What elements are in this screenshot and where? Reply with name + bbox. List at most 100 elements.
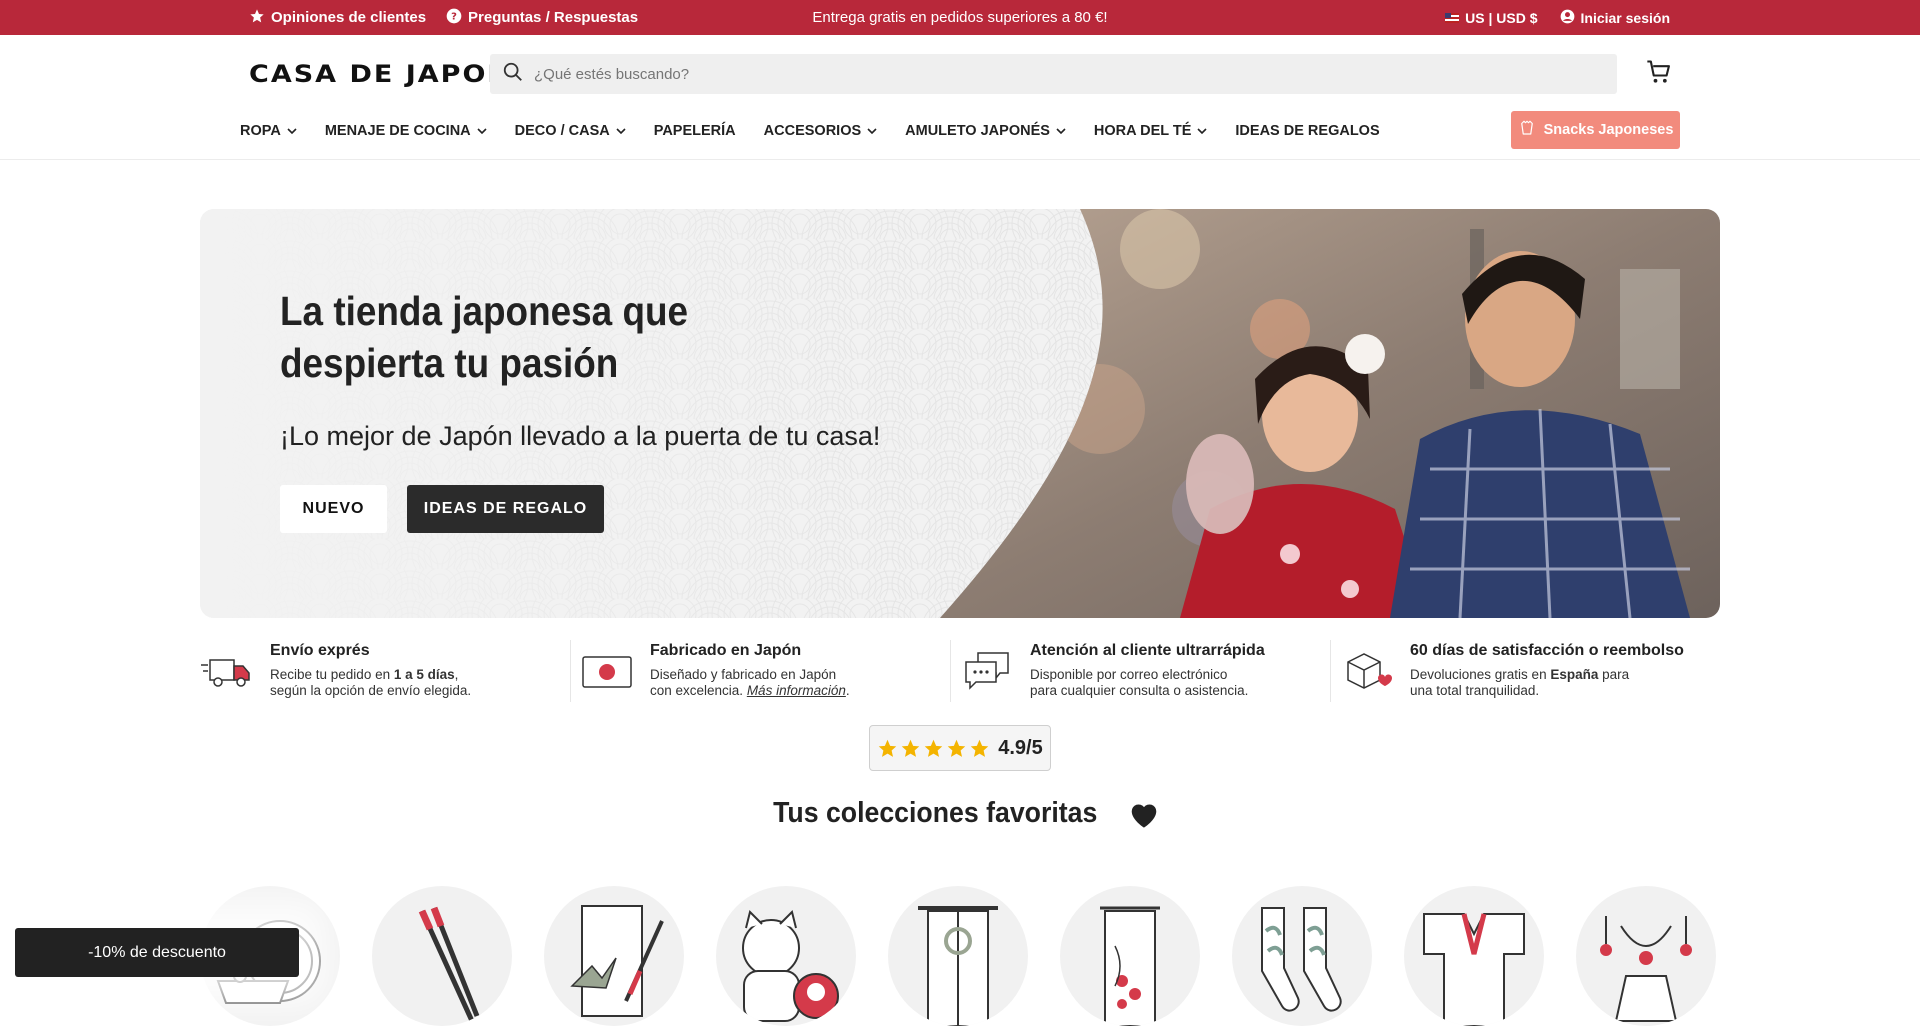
nav-item-accesorios[interactable]: ACCESORIOS bbox=[764, 123, 892, 139]
new-button[interactable]: NUEVO bbox=[280, 485, 387, 533]
star-icon bbox=[902, 739, 920, 757]
star-icon bbox=[971, 739, 989, 757]
chevron-down-icon bbox=[1197, 127, 1207, 134]
feature-text: según la opción de envío elegida. bbox=[270, 683, 472, 698]
nav-label: ROPA bbox=[240, 123, 281, 139]
nav-label: IDEAS DE REGALOS bbox=[1235, 123, 1380, 139]
locale-selector[interactable]: US | USD $ bbox=[1445, 9, 1538, 26]
site-header: CASA DE JAPON ROPA MENAJE DE COCINA DECO… bbox=[0, 35, 1920, 160]
nav-label: ACCESORIOS bbox=[763, 123, 862, 139]
chevron-down-icon bbox=[616, 127, 626, 134]
nav-item-hora-del-te[interactable]: HORA DEL TÉ bbox=[1094, 123, 1221, 139]
feature-text: para cualquier consulta o asistencia. bbox=[1030, 683, 1249, 698]
star-icon bbox=[925, 739, 943, 757]
feature-text: una total tranquilidad. bbox=[1410, 683, 1540, 698]
nav-label: MENAJE DE COCINA bbox=[324, 123, 471, 139]
collections-title: Tus colecciones favoritas bbox=[772, 797, 1098, 829]
discount-tab[interactable]: -10% de descuento bbox=[15, 928, 299, 977]
feature-description: Devoluciones gratis en España para una t… bbox=[1410, 667, 1710, 699]
features-row: Envío exprés Recibe tu pedido en 1 a 5 d… bbox=[200, 640, 1720, 702]
search-icon[interactable] bbox=[502, 61, 524, 88]
snacks-button[interactable]: Snacks Japoneses bbox=[1511, 111, 1680, 149]
nav-label: HORA DEL TÉ bbox=[1093, 123, 1192, 139]
hero-photo-couple-in-yukata bbox=[940, 209, 1720, 618]
feature-description: Disponible por correo electrónico para c… bbox=[1030, 667, 1330, 699]
collections-heading: Tus colecciones favoritas bbox=[0, 797, 1920, 830]
hero-banner: La tienda japonesa que despierta tu pasi… bbox=[200, 209, 1720, 618]
announcement-bar: Opiniones de clientes ? Preguntas / Resp… bbox=[0, 0, 1920, 35]
feature-text: para bbox=[1598, 667, 1630, 682]
nav-label: AMULETO JAPONÉS bbox=[905, 123, 1050, 139]
feature-returns: 60 días de satisfacción o reembolso Devo… bbox=[1330, 640, 1720, 702]
feature-text: Devoluciones gratis en bbox=[1410, 667, 1551, 682]
rating-score: 4.9/5 bbox=[998, 736, 1043, 759]
us-flag-icon bbox=[1445, 12, 1460, 23]
feature-text-bold: España bbox=[1550, 667, 1599, 682]
collection-tapestry-icon[interactable] bbox=[1060, 886, 1200, 1026]
snack-bag-icon bbox=[1518, 119, 1536, 141]
more-info-link[interactable]: Más información bbox=[747, 683, 846, 698]
nav-item-deco[interactable]: DECO / CASA bbox=[515, 123, 640, 139]
feature-title: 60 días de satisfacción o reembolso bbox=[1410, 642, 1684, 659]
collection-socks-icon[interactable] bbox=[1232, 886, 1372, 1026]
hero-title: La tienda japonesa que despierta tu pasi… bbox=[280, 288, 689, 386]
feature-title: Atención al cliente ultrarrápida bbox=[1030, 642, 1265, 659]
locale-label: US | USD $ bbox=[1465, 9, 1538, 26]
search-bar[interactable] bbox=[490, 54, 1617, 94]
chevron-down-icon bbox=[1056, 127, 1066, 134]
feature-description: Diseñado y fabricado en Japón con excele… bbox=[650, 667, 950, 699]
feature-text: Disponible por correo electrónico bbox=[1030, 667, 1228, 682]
return-box-icon bbox=[1340, 650, 1394, 692]
feature-text: . bbox=[845, 683, 850, 698]
nav-item-ropa[interactable]: ROPA bbox=[240, 123, 311, 139]
question-circle-icon: ? bbox=[446, 8, 462, 28]
feature-text: Recibe tu pedido en bbox=[270, 667, 394, 682]
feature-made-in-japan: Fabricado en Japón Diseñado y fabricado … bbox=[570, 640, 960, 702]
collection-maneki-neko-icon[interactable] bbox=[716, 886, 856, 1026]
nav-label: PAPELERÍA bbox=[653, 123, 736, 139]
collection-kimono-icon[interactable] bbox=[1404, 886, 1544, 1026]
feature-title: Envío exprés bbox=[270, 642, 370, 659]
nav-item-amuleto[interactable]: AMULETO JAPONÉS bbox=[905, 123, 1080, 139]
login-label: Iniciar sesión bbox=[1580, 9, 1670, 26]
main-nav: ROPA MENAJE DE COCINA DECO / CASA PAPELE… bbox=[240, 113, 1408, 149]
collection-noren-icon[interactable] bbox=[888, 886, 1028, 1026]
faq-link[interactable]: ? Preguntas / Respuestas bbox=[446, 8, 638, 28]
feature-description: Recibe tu pedido en 1 a 5 días, según la… bbox=[270, 667, 570, 699]
nav-label: DECO / CASA bbox=[514, 123, 610, 139]
nav-item-ideas-regalos[interactable]: IDEAS DE REGALOS bbox=[1235, 123, 1393, 139]
chevron-down-icon bbox=[867, 127, 877, 134]
collection-chopsticks-icon[interactable] bbox=[372, 886, 512, 1026]
cart-icon[interactable] bbox=[1645, 58, 1673, 86]
collection-origami-icon[interactable] bbox=[544, 886, 684, 1026]
hero-subtitle: ¡Lo mejor de Japón llevado a la puerta d… bbox=[280, 421, 881, 451]
gift-ideas-button[interactable]: IDEAS DE REGALO bbox=[407, 485, 604, 533]
reviews-label: Opiniones de clientes bbox=[271, 9, 427, 26]
star-icon bbox=[879, 739, 897, 757]
faq-label: Preguntas / Respuestas bbox=[468, 9, 639, 26]
chat-bubbles-icon bbox=[960, 650, 1014, 692]
chevron-down-icon bbox=[477, 127, 487, 134]
search-input[interactable] bbox=[534, 65, 1434, 83]
star-rating bbox=[877, 738, 990, 759]
feature-title: Fabricado en Japón bbox=[650, 642, 802, 659]
japan-flag-icon bbox=[580, 650, 634, 692]
nav-item-menaje[interactable]: MENAJE DE COCINA bbox=[325, 123, 501, 139]
shipping-promo: Entrega gratis en pedidos superiores a 8… bbox=[812, 9, 1108, 26]
collections-carousel bbox=[200, 886, 1720, 1026]
reviews-link[interactable]: Opiniones de clientes bbox=[249, 8, 426, 28]
star-icon bbox=[249, 8, 265, 28]
svg-text:?: ? bbox=[451, 11, 457, 22]
rating-badge[interactable]: 4.9/5 bbox=[869, 725, 1051, 771]
login-link[interactable]: Iniciar sesión bbox=[1560, 9, 1670, 27]
nav-item-papeleria[interactable]: PAPELERÍA bbox=[654, 123, 750, 139]
delivery-truck-icon bbox=[200, 650, 254, 692]
feature-customer-support: Atención al cliente ultrarrápida Disponi… bbox=[950, 640, 1340, 702]
snacks-label: Snacks Japoneses bbox=[1543, 122, 1674, 138]
feature-text: , bbox=[454, 667, 459, 682]
collection-jewelry-icon[interactable] bbox=[1576, 886, 1716, 1026]
feature-text: con excelencia. bbox=[650, 683, 747, 698]
site-logo[interactable]: CASA DE JAPON bbox=[249, 61, 512, 89]
chevron-down-icon bbox=[287, 127, 297, 134]
feature-text-bold: 1 a 5 días bbox=[393, 667, 455, 682]
